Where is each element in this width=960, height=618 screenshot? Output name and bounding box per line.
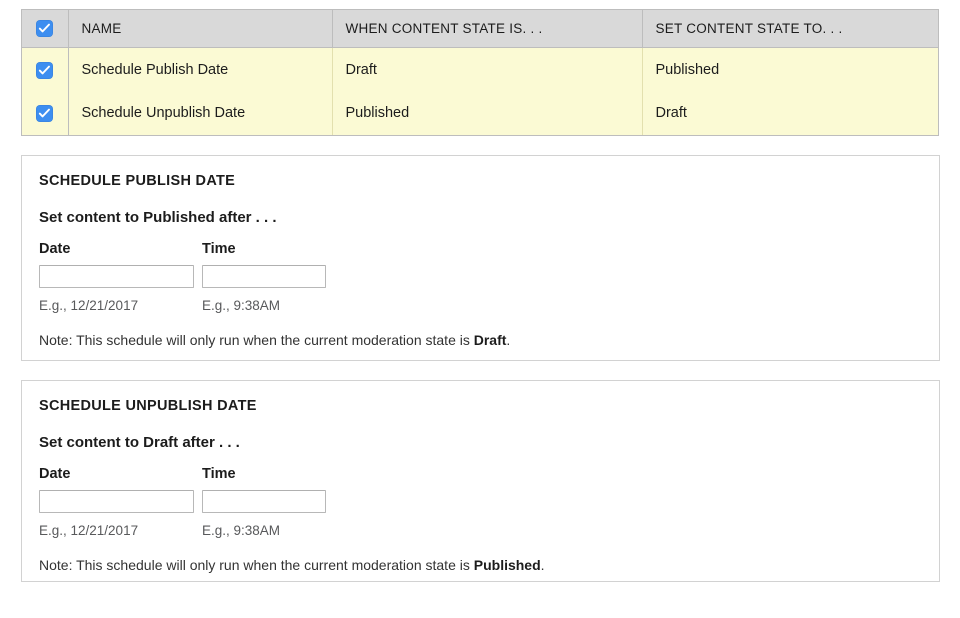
row-when-state: Published (332, 91, 643, 135)
publish-time-input[interactable] (202, 265, 326, 288)
schedule-settings-page: NAME WHEN CONTENT STATE IS. . . SET CONT… (0, 0, 960, 618)
checkmark-icon (39, 23, 51, 33)
unpublish-time-description: E.g., 9:38AM (202, 523, 281, 538)
unpublish-time-input[interactable] (202, 490, 326, 513)
row-name: Schedule Unpublish Date (68, 91, 333, 135)
unpublish-time-field-group: Time E.g., 9:38AM (202, 465, 332, 538)
publish-date-description: E.g., 12/21/2017 (39, 298, 139, 313)
row-select-cell (22, 47, 69, 91)
unpublish-date-label: Date (39, 465, 71, 482)
schedule-publish-date-panel: SCHEDULE PUBLISH DATE Set content to Pub… (21, 155, 940, 361)
select-all-checkbox[interactable] (36, 19, 54, 37)
panel-subtitle-schedule-unpublish-date: Set content to Draft after . . . (39, 433, 240, 451)
row-set-state: Draft (642, 91, 938, 135)
table-row: Schedule Unpublish Date Published Draft (22, 91, 938, 135)
column-header-select-all (22, 10, 69, 48)
publish-date-input[interactable] (39, 265, 194, 288)
publish-date-label: Date (39, 240, 71, 257)
schedule-table: NAME WHEN CONTENT STATE IS. . . SET CONT… (22, 10, 938, 135)
unpublish-date-field-group: Date E.g., 12/21/2017 (39, 465, 202, 538)
row-name: Schedule Publish Date (68, 47, 333, 91)
unpublish-time-label: Time (202, 465, 236, 482)
row-set-state: Published (642, 47, 938, 91)
publish-note-suffix: . (506, 331, 511, 348)
publish-time-label: Time (202, 240, 236, 257)
publish-date-field-group: Date E.g., 12/21/2017 (39, 240, 202, 313)
panel-subtitle-schedule-publish-date: Set content to Published after . . . (39, 208, 277, 226)
column-header-set-content-state-to[interactable]: SET CONTENT STATE TO. . . (642, 10, 938, 48)
schedule-unpublish-date-panel: SCHEDULE UNPUBLISH DATE Set content to D… (21, 380, 940, 582)
table-header-row: NAME WHEN CONTENT STATE IS. . . SET CONT… (22, 10, 938, 48)
column-header-when-content-state-is[interactable]: WHEN CONTENT STATE IS. . . (332, 10, 643, 48)
checkmark-icon (39, 65, 51, 75)
publish-time-field-group: Time E.g., 9:38AM (202, 240, 332, 313)
publish-time-description: E.g., 9:38AM (202, 298, 281, 313)
unpublish-schedule-note: Note: This schedule will only run when t… (39, 538, 922, 572)
unpublish-date-fields-row: Date E.g., 12/21/2017 Time E.g., 9:38AM (39, 450, 922, 538)
unpublish-note-suffix: . (540, 556, 545, 573)
table-row: Schedule Publish Date Draft Published (22, 47, 938, 91)
unpublish-date-description: E.g., 12/21/2017 (39, 523, 139, 538)
row-checkbox-schedule-unpublish-date[interactable] (36, 104, 54, 122)
publish-schedule-note: Note: This schedule will only run when t… (39, 313, 922, 347)
panel-title-schedule-unpublish-date: SCHEDULE UNPUBLISH DATE (39, 398, 257, 414)
table-header: NAME WHEN CONTENT STATE IS. . . SET CONT… (22, 10, 938, 48)
column-header-name[interactable]: NAME (68, 10, 333, 48)
table-body: Schedule Publish Date Draft Published Sc… (22, 47, 938, 135)
row-checkbox-schedule-publish-date[interactable] (36, 61, 54, 79)
row-when-state: Draft (332, 47, 643, 91)
unpublish-note-state: Published (473, 556, 541, 573)
unpublish-date-input[interactable] (39, 490, 194, 513)
schedule-table-container: NAME WHEN CONTENT STATE IS. . . SET CONT… (21, 9, 939, 136)
publish-date-fields-row: Date E.g., 12/21/2017 Time E.g., 9:38AM (39, 225, 922, 313)
publish-note-state: Draft (473, 331, 507, 348)
publish-note-prefix: Note: This schedule will only run when t… (39, 331, 474, 348)
checkmark-icon (39, 108, 51, 117)
panel-title-schedule-publish-date: SCHEDULE PUBLISH DATE (39, 173, 236, 189)
row-select-cell (22, 91, 69, 135)
unpublish-note-prefix: Note: This schedule will only run when t… (39, 556, 474, 573)
